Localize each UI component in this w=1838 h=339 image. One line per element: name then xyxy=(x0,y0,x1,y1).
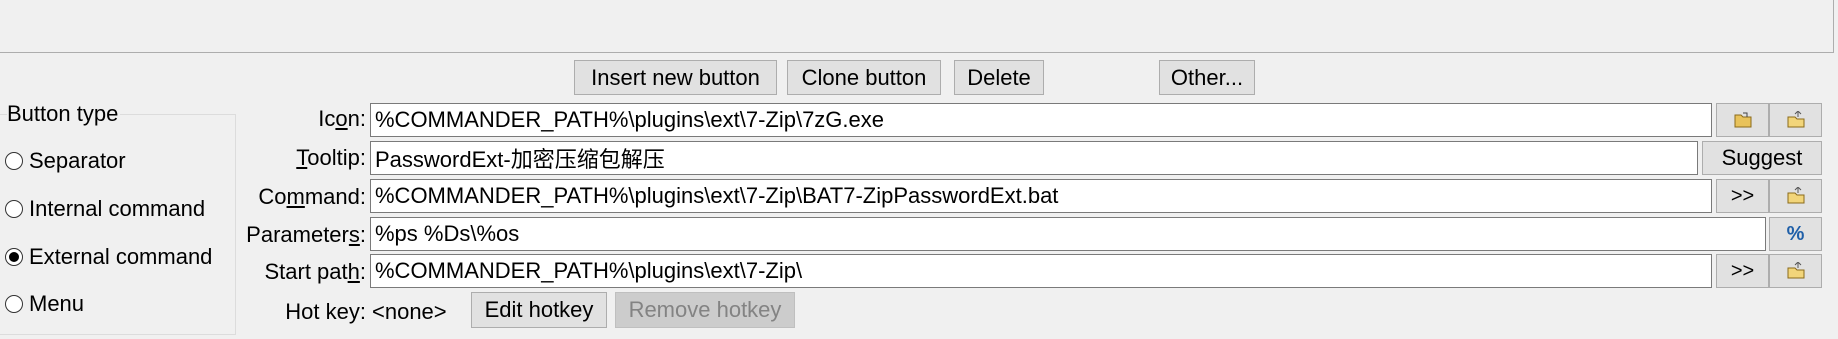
tooltip-field[interactable]: PasswordExt-加密压缩包解压 xyxy=(370,141,1698,175)
button-type-title: Button type xyxy=(7,101,121,127)
radio-internal-command[interactable]: Internal command xyxy=(5,194,205,224)
radio-separator[interactable]: Separator xyxy=(5,146,126,176)
suggest-button[interactable]: Suggest xyxy=(1702,141,1822,175)
icon-label: Icon: xyxy=(318,106,366,131)
hotkey-value: <none> xyxy=(372,299,447,324)
start-path-open-button[interactable] xyxy=(1769,254,1822,288)
percent-label: % xyxy=(1786,222,1805,245)
command-field[interactable]: %COMMANDER_PATH%\plugins\ext\7-Zip\BAT7-… xyxy=(370,179,1712,213)
icon-field[interactable]: %COMMANDER_PATH%\plugins\ext\7-Zip\7zG.e… xyxy=(370,103,1712,137)
button-bar-preview xyxy=(0,0,1834,53)
other-button[interactable]: Other... xyxy=(1159,60,1255,95)
folder-open-icon xyxy=(1734,112,1751,128)
command-open-button[interactable] xyxy=(1769,179,1822,213)
radio-indicator xyxy=(5,152,23,170)
start-path-browse-label: >> xyxy=(1730,259,1755,282)
parameters-percent-button[interactable]: % xyxy=(1769,217,1822,251)
remove-hotkey-button[interactable]: Remove hotkey xyxy=(615,292,795,328)
parameters-field[interactable]: %ps %Ds\%os xyxy=(370,217,1766,251)
icon-browse-button[interactable] xyxy=(1716,103,1769,137)
start-path-label: Start path: xyxy=(264,259,366,284)
radio-indicator-selected xyxy=(5,248,23,266)
radio-menu[interactable]: Menu xyxy=(5,289,84,319)
other-button-label: Other... xyxy=(1170,64,1244,90)
clone-button[interactable]: Clone button xyxy=(787,60,941,95)
open-icon xyxy=(1787,111,1804,128)
parameters-label: Parameters: xyxy=(246,222,366,247)
edit-hotkey-label: Edit hotkey xyxy=(484,297,594,322)
icon-open-button[interactable] xyxy=(1769,103,1822,137)
open-icon xyxy=(1787,262,1804,279)
delete-button[interactable]: Delete xyxy=(954,60,1044,95)
start-path-browse-button[interactable]: >> xyxy=(1716,254,1769,288)
command-browse-button[interactable]: >> xyxy=(1716,179,1769,213)
command-label: Command: xyxy=(258,184,366,209)
insert-new-button-label: Insert new button xyxy=(591,64,760,90)
hotkey-label: Hot key: xyxy=(285,299,366,324)
radio-external-command[interactable]: External command xyxy=(5,242,212,272)
radio-label: Internal command xyxy=(29,196,206,221)
radio-indicator xyxy=(5,295,23,313)
suggest-button-label: Suggest xyxy=(1721,145,1803,170)
delete-button-label: Delete xyxy=(967,64,1031,90)
radio-label: Menu xyxy=(29,291,85,316)
clone-button-label: Clone button xyxy=(801,64,927,90)
tooltip-label: Tooltip: xyxy=(296,145,366,170)
radio-indicator xyxy=(5,200,23,218)
start-path-field[interactable]: %COMMANDER_PATH%\plugins\ext\7-Zip\ xyxy=(370,254,1712,288)
edit-hotkey-button[interactable]: Edit hotkey xyxy=(471,292,607,328)
insert-new-button[interactable]: Insert new button xyxy=(574,60,777,95)
radio-label: External command xyxy=(29,244,213,269)
remove-hotkey-label: Remove hotkey xyxy=(628,297,782,322)
open-icon xyxy=(1787,187,1804,204)
command-browse-label: >> xyxy=(1730,184,1755,207)
radio-label: Separator xyxy=(29,148,126,173)
